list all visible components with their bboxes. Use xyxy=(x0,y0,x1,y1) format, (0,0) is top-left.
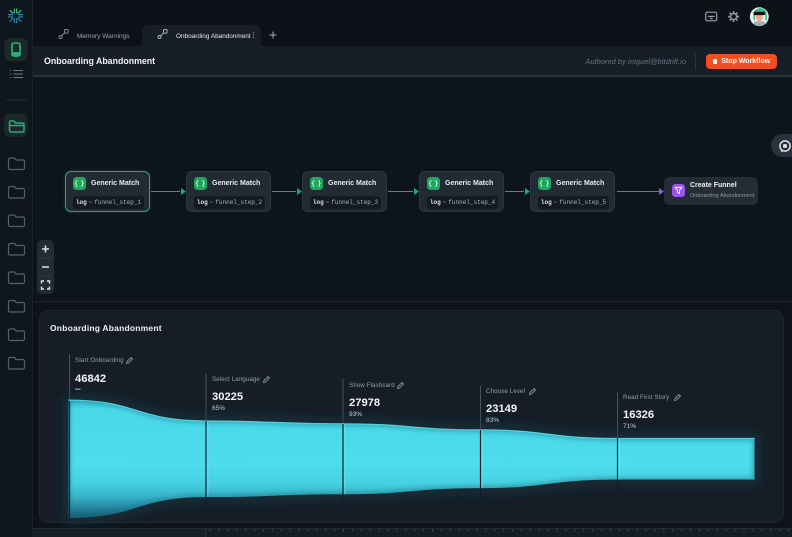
svg-text:71%: 71% xyxy=(623,423,636,430)
svg-text:23149: 23149 xyxy=(486,403,517,415)
svg-text:93%: 93% xyxy=(349,411,362,418)
svg-text:46842: 46842 xyxy=(75,373,106,385)
svg-text:Read First Story: Read First Story xyxy=(623,394,670,401)
svg-text:Choose Level: Choose Level xyxy=(486,388,525,395)
svg-text:30225: 30225 xyxy=(212,391,243,403)
svg-text:27978: 27978 xyxy=(349,397,380,409)
svg-text:65%: 65% xyxy=(212,405,225,412)
svg-text:16326: 16326 xyxy=(623,409,654,421)
svg-text:Start Onboarding: Start Onboarding xyxy=(75,357,124,364)
svg-text:83%: 83% xyxy=(486,417,499,424)
svg-text:Select Language: Select Language xyxy=(212,376,260,383)
svg-text:Show Flashcard: Show Flashcard xyxy=(349,382,395,389)
